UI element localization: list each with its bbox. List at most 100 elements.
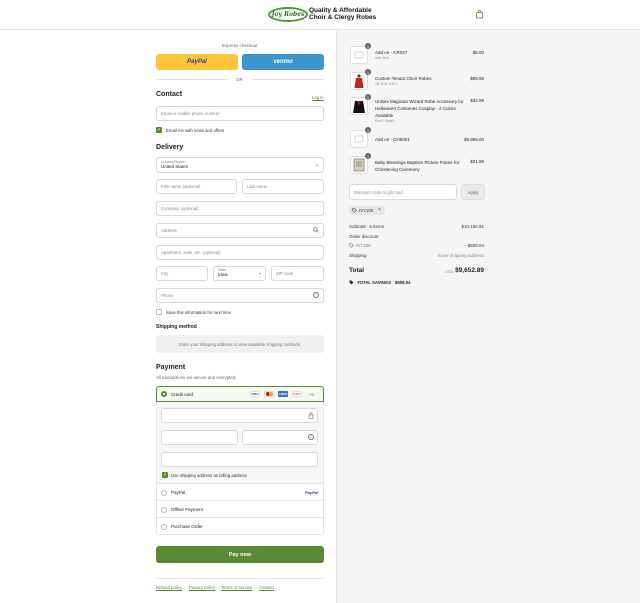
logo[interactable]: Joy Robes [268, 7, 308, 22]
logo-line-1: Quality & Affordable [309, 7, 372, 14]
total-savings-value: $508.04 [395, 280, 411, 285]
discount-code-field[interactable]: Discount code or gift card [349, 184, 457, 200]
contact-title: Contact [156, 91, 183, 98]
divider [156, 79, 228, 80]
last-name-field[interactable]: Last name [242, 179, 324, 194]
company-field[interactable]: Company (optional) [156, 201, 324, 216]
subtotal-value: $10,160.91 [461, 224, 484, 229]
refund-policy-link[interactable]: Refund policy [156, 585, 182, 590]
chevron-down-icon: ⌄ [315, 162, 320, 168]
tag-icon [349, 280, 354, 285]
or-label: OR [236, 77, 243, 82]
news-checkbox[interactable]: ✓ [156, 127, 162, 133]
phone-field[interactable]: Phone [156, 288, 324, 303]
logo-tagline: Quality & Affordable Choir & Clergy Robe… [309, 7, 376, 21]
item-name: Custom Tenuto Choir Robes [375, 76, 432, 81]
quantity-badge: 1 [365, 127, 371, 133]
help-icon[interactable]: ? [313, 292, 319, 298]
pay-now-button[interactable]: Pay now [156, 546, 324, 563]
first-name-field[interactable]: First name (optional) [156, 179, 237, 194]
divider [252, 79, 324, 80]
picture-frame-image [353, 158, 365, 172]
credit-card-radio[interactable] [161, 391, 167, 397]
chevron-down-icon: ⌄ [258, 270, 263, 276]
mastercard-icon [264, 391, 274, 397]
red-robe-image [354, 74, 364, 88]
save-info-label: Save this information for next time [166, 310, 231, 315]
item-price: $9,999.00 [463, 137, 484, 142]
lock-icon [308, 412, 314, 419]
payment-subtitle: All transactions are secure and encrypte… [156, 375, 237, 380]
amex-icon: AMEX [278, 391, 288, 397]
image-placeholder-icon [354, 51, 364, 59]
item-price: $99.95 [470, 76, 484, 81]
image-placeholder-icon [354, 135, 364, 143]
email-field[interactable]: Email or mobile phone number [156, 106, 324, 121]
credit-card-label: Credit card [171, 392, 194, 397]
item-thumbnail [350, 156, 368, 174]
help-icon[interactable]: ? [308, 434, 314, 440]
search-icon [313, 227, 319, 233]
express-checkout-label: Express checkout [222, 43, 258, 48]
discount-tag-code: IVY100 [359, 208, 374, 213]
item-thumbnail [350, 97, 368, 115]
country-value: United States [161, 164, 189, 169]
tag-icon [349, 243, 354, 248]
total-label: Total [349, 267, 365, 274]
terms-of-service-link[interactable]: Terms of service [221, 585, 252, 590]
delivery-title: Delivery [156, 144, 184, 151]
more-cards-label: +3 [309, 392, 314, 397]
shipping-method-title: Shipping method [156, 324, 197, 330]
address-field[interactable]: Address [156, 223, 324, 238]
item-variant: Red / Small [375, 119, 394, 123]
venmo-button[interactable]: venmo [242, 54, 324, 70]
item-variant: 18 1/16" 4'8"1 [375, 82, 398, 86]
purchase-order-radio[interactable] [161, 524, 167, 530]
wizard-robe-image [353, 101, 365, 113]
offline-payment-radio[interactable] [161, 507, 167, 513]
total-savings-label: TOTAL SAVINGS [357, 280, 392, 285]
item-price: $34.99 [470, 98, 484, 103]
security-code-field[interactable] [242, 430, 318, 445]
quantity-badge: 1 [365, 94, 371, 100]
city-field[interactable]: City [156, 266, 208, 281]
country-select[interactable]: Country/Region United States [156, 157, 324, 173]
news-label: Email me with news and offers [166, 128, 225, 133]
tag-icon [352, 208, 357, 213]
apply-button[interactable]: Apply [461, 184, 485, 200]
paypal-button[interactable]: PayPal [156, 54, 238, 70]
divider [156, 578, 324, 579]
login-link[interactable]: Log in [312, 95, 324, 100]
paypal-logo: PayPal [305, 490, 319, 495]
billing-same-checkbox[interactable]: ✓ [162, 472, 168, 478]
item-thumbnail [350, 130, 368, 148]
order-discount-code: IVY100 [356, 243, 371, 248]
save-info-checkbox[interactable] [156, 309, 162, 315]
privacy-policy-link[interactable]: Privacy policy [189, 585, 215, 590]
item-name: Add on - CH5001 [375, 137, 410, 142]
order-discount-label: Order discount [349, 234, 379, 239]
offline-payment-label: Offline Payment [171, 507, 203, 512]
billing-same-label: Use shipping address as billing address [171, 473, 247, 478]
shipping-label: Shipping [349, 253, 367, 258]
close-icon[interactable]: × [378, 207, 381, 213]
name-on-card-field[interactable] [161, 452, 318, 467]
quantity-badge: 1 [365, 43, 371, 49]
purchase-order-label: Purchase Order [171, 524, 203, 529]
apartment-field[interactable]: Apartment, suite, etc. (optional) [156, 245, 324, 260]
order-discount-value: - $508.04 [464, 243, 484, 248]
logo-script: Joy Robes [271, 11, 305, 18]
shipping-notice: Enter your shipping address to view avai… [156, 335, 324, 353]
expiry-field[interactable] [161, 430, 238, 445]
zip-field[interactable]: ZIP code [271, 266, 324, 281]
paypal-option-label: PayPal [171, 490, 186, 495]
quantity-badge: 1 [365, 153, 371, 159]
contact-link[interactable]: Contact [259, 585, 274, 590]
total-value: $9,652.89 [455, 267, 484, 274]
visa-icon: VISA [250, 391, 260, 397]
payment-title: Payment [156, 364, 186, 371]
item-name: Add on - CR027 [375, 50, 408, 55]
shopping-bag-icon[interactable] [475, 10, 484, 19]
card-number-field[interactable] [161, 408, 318, 423]
paypal-radio[interactable] [161, 490, 167, 496]
